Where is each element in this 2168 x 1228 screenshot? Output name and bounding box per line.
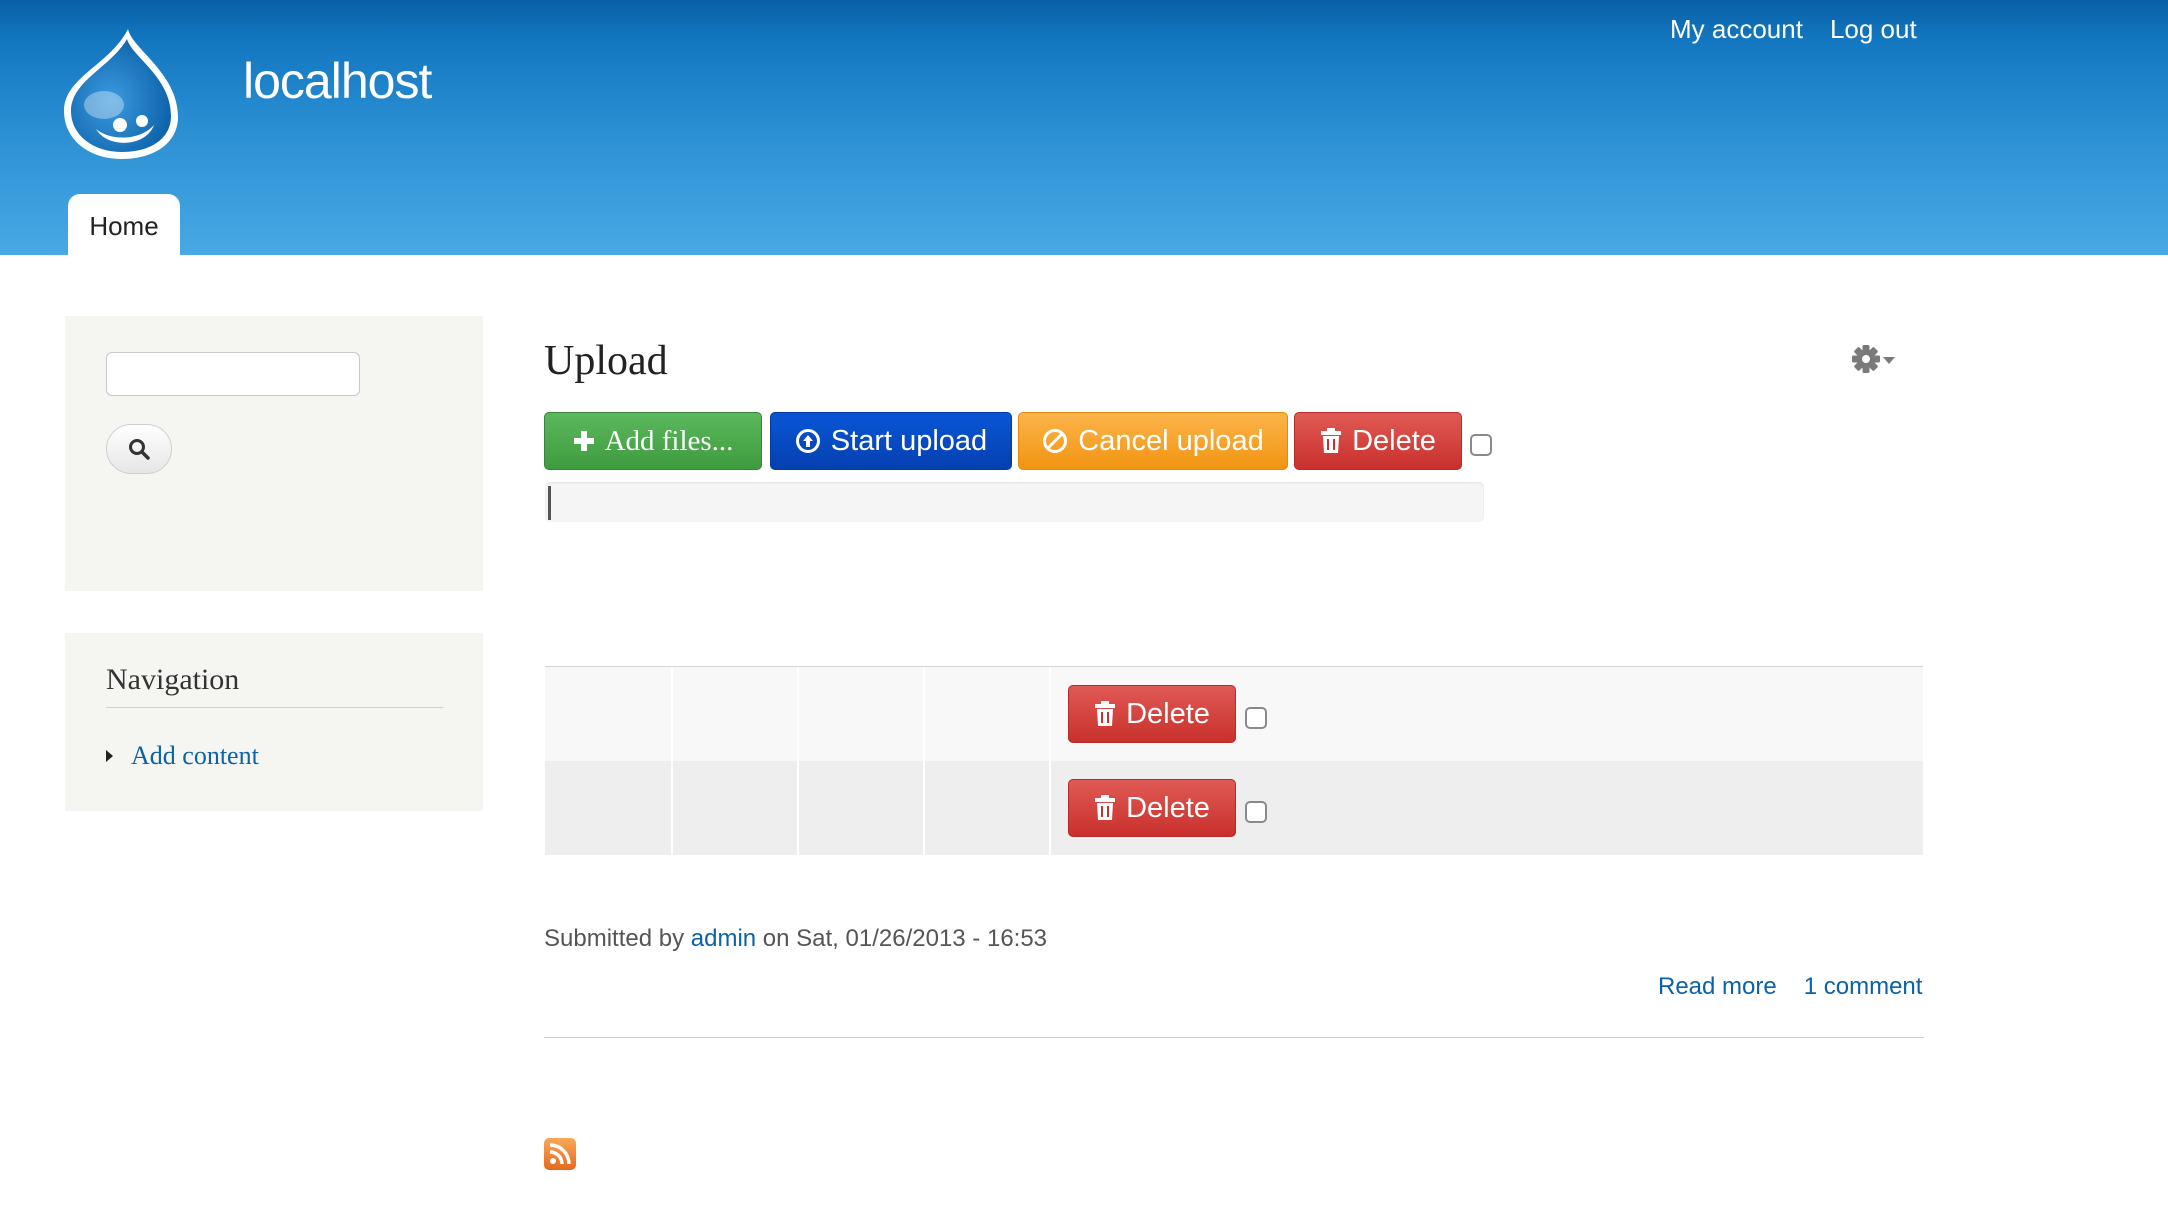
delete-file-label: Delete — [1126, 697, 1210, 730]
header: localhost My account Log out Home — [0, 0, 2168, 255]
start-upload-label: Start upload — [830, 424, 988, 457]
read-more-link[interactable]: Read more — [1658, 973, 1777, 1001]
navigation-title: Navigation — [106, 663, 443, 708]
delete-file-button[interactable]: Delete — [1068, 685, 1236, 743]
files-table: Delete Delete — [545, 666, 1923, 855]
table-cell — [671, 761, 799, 855]
upload-icon — [795, 428, 821, 454]
nav-item-add-content[interactable]: Add content — [106, 741, 259, 771]
plus-icon — [573, 430, 595, 452]
table-row: Delete — [545, 761, 1923, 855]
delete-file-button[interactable]: Delete — [1068, 779, 1236, 837]
table-cell — [923, 761, 1051, 855]
navigation-block: Navigation Add content — [65, 633, 483, 811]
search-input[interactable] — [106, 352, 360, 396]
secondary-menu: My account Log out — [1670, 14, 1917, 45]
triangle-right-icon — [106, 750, 113, 762]
tab-home[interactable]: Home — [68, 194, 180, 255]
select-all-checkbox[interactable] — [1470, 434, 1492, 456]
progress-fill — [548, 486, 551, 520]
delete-file-label: Delete — [1126, 791, 1210, 824]
table-cell — [797, 761, 925, 855]
add-files-button[interactable]: Add files... — [544, 412, 762, 470]
trash-icon — [1094, 795, 1116, 821]
trash-icon — [1094, 701, 1116, 727]
site-name[interactable]: localhost — [243, 52, 432, 110]
add-files-label: Add files... — [604, 424, 734, 457]
contextual-links-button[interactable] — [1852, 343, 1896, 375]
my-account-link[interactable]: My account — [1670, 14, 1803, 45]
search-block — [65, 316, 483, 591]
table-cell — [671, 667, 799, 761]
ban-icon — [1042, 428, 1068, 454]
page-title: Upload — [544, 338, 668, 384]
delete-all-label: Delete — [1352, 424, 1436, 457]
table-cell — [797, 667, 925, 761]
submitted-prefix: Submitted by — [544, 925, 685, 952]
submitted-date: on Sat, 01/26/2013 - 16:53 — [762, 925, 1048, 952]
node-links: Read more 1 comment — [1658, 973, 1922, 1001]
trash-icon — [1320, 428, 1342, 454]
rss-feed-icon — [549, 1143, 571, 1165]
comments-link[interactable]: 1 comment — [1804, 973, 1923, 1001]
table-row: Delete — [545, 667, 1923, 761]
table-cell — [545, 667, 673, 761]
upload-progress-bar — [545, 482, 1484, 522]
gear-icon — [1852, 345, 1895, 373]
table-cell — [923, 667, 1051, 761]
start-upload-button[interactable]: Start upload — [770, 412, 1012, 470]
log-out-link[interactable]: Log out — [1830, 14, 1917, 45]
file-select-checkbox[interactable] — [1245, 707, 1267, 729]
cancel-upload-button[interactable]: Cancel upload — [1018, 412, 1288, 470]
delete-all-button[interactable]: Delete — [1294, 412, 1462, 470]
table-cell — [545, 761, 673, 855]
author-link[interactable]: admin — [691, 925, 756, 952]
drupal-logo[interactable] — [58, 25, 184, 161]
file-select-checkbox[interactable] — [1245, 801, 1267, 823]
nav-item-label[interactable]: Add content — [131, 741, 259, 771]
cancel-upload-label: Cancel upload — [1078, 424, 1264, 457]
divider — [544, 1037, 1924, 1038]
submitted-info: Submitted by admin on Sat, 01/26/2013 - … — [544, 925, 1047, 953]
search-icon — [129, 439, 150, 460]
rss-icon[interactable] — [544, 1138, 576, 1170]
search-button[interactable] — [106, 424, 172, 474]
